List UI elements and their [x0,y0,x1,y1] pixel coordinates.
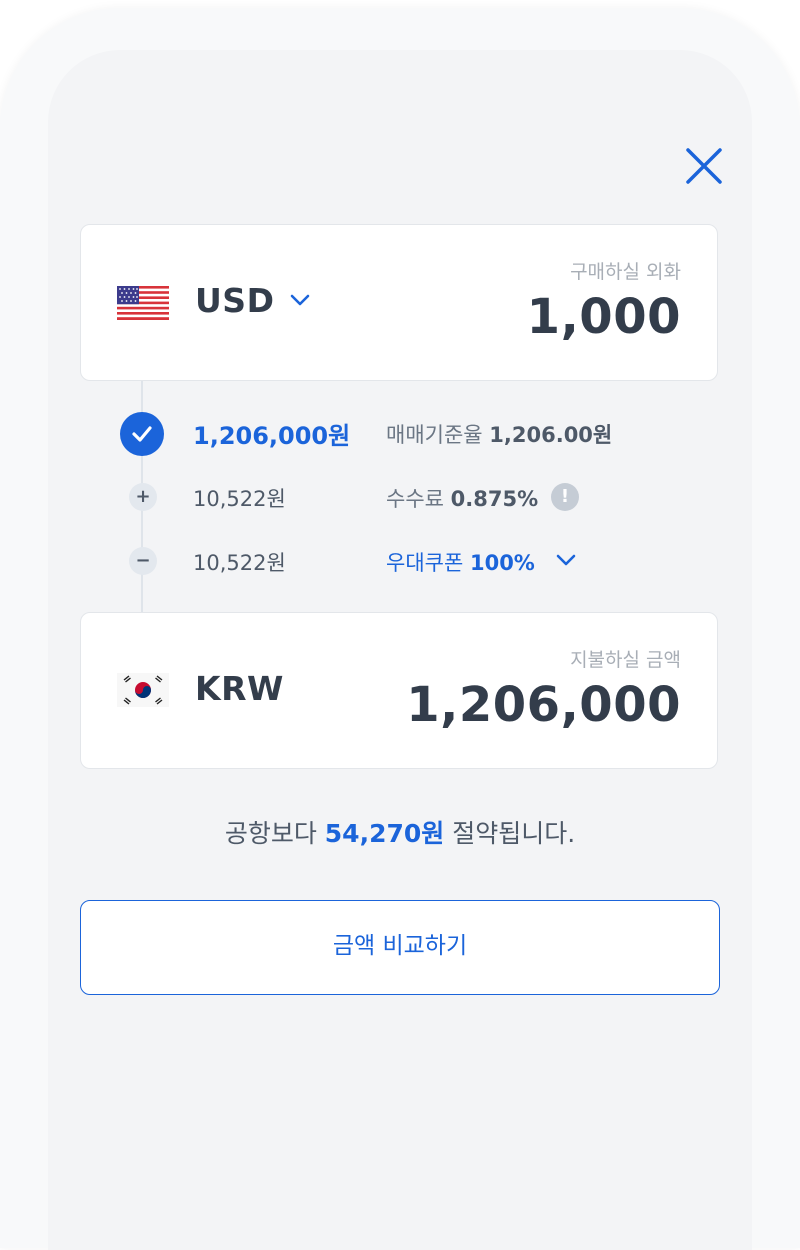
savings-prefix: 공항보다 [224,819,317,848]
coupon-selector[interactable]: 우대쿠폰 100% [386,547,535,577]
info-icon[interactable]: ! [551,483,579,511]
fee-rate-label: 수수료 [386,487,444,511]
source-currency-card: USD 구매하실 외화 1,000 [80,224,718,381]
plus-icon: + [129,483,157,511]
source-amount-label: 구매하실 외화 [570,261,681,283]
chevron-down-icon[interactable] [555,553,577,567]
coupon-amount: 10,522원 [193,551,286,575]
fee-rate: 수수료 0.875% [386,483,538,513]
base-amount: 1,206,000원 [193,422,351,450]
savings-amount: 54,270원 [324,819,445,848]
source-currency-code[interactable]: USD [195,281,274,320]
target-amount-value: 1,206,000 [406,677,681,733]
chevron-down-icon[interactable] [289,293,311,307]
base-rate: 매매기준율 1,206.00원 [386,419,612,449]
coupon-value: 100% [469,551,535,575]
compare-button[interactable]: 금액 비교하기 [80,900,720,995]
target-amount-label: 지불하실 금액 [570,649,681,671]
base-rate-value: 1,206.00원 [489,423,613,447]
close-icon [686,148,722,184]
target-currency-code: KRW [195,669,284,708]
kr-flag-icon [117,673,169,707]
fee-amount: 10,522원 [193,487,286,511]
savings-message: 공항보다 54,270원 절약됩니다. [0,814,800,850]
savings-suffix: 절약됩니다. [452,819,576,848]
close-button[interactable] [682,144,726,188]
source-amount-value[interactable]: 1,000 [527,289,681,345]
fee-rate-value: 0.875% [450,487,539,511]
us-flag-icon [117,286,169,320]
minus-icon: − [129,547,157,575]
target-currency-card: KRW 지불하실 금액 1,206,000 [80,612,718,769]
check-icon [120,412,164,456]
base-rate-label: 매매기준율 [386,423,483,447]
coupon-label: 우대쿠폰 [386,551,464,575]
